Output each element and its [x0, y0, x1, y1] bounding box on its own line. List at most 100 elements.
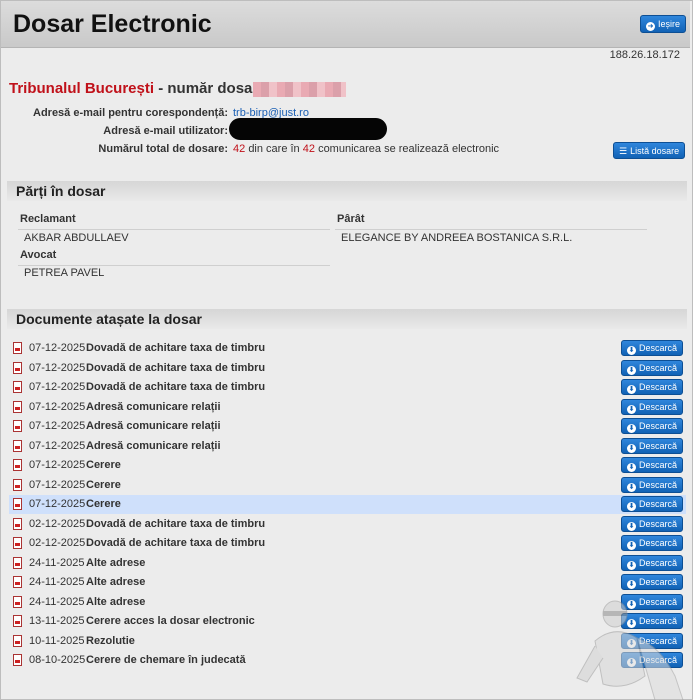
- pdf-file-icon: [13, 342, 22, 354]
- download-button[interactable]: ⬇Descarcă: [621, 398, 684, 415]
- document-name: Alte adrese: [86, 595, 146, 608]
- download-button-label: Descarcă: [639, 557, 678, 568]
- pdf-file-icon: [13, 654, 22, 666]
- download-icon: ⬇: [627, 346, 636, 355]
- document-row[interactable]: 02-12-2025 Dovadă de achitare taxa de tim…: [9, 515, 686, 534]
- download-button-label: Descarcă: [639, 518, 678, 529]
- pdf-file-icon: [13, 595, 22, 608]
- pdf-file-icon: [13, 478, 22, 491]
- document-date: 07-12-2025: [29, 400, 86, 413]
- document-date: 07-12-2025: [29, 459, 86, 471]
- header-bar: Dosar Electronic: [1, 1, 690, 48]
- correspondence-email-label: Adresă e-mail pentru corespondență:: [33, 107, 228, 119]
- document-name: Dovadă de achitare taxa de timbru: [86, 361, 266, 374]
- download-button[interactable]: ⬇Descarcă: [621, 437, 684, 454]
- documents-section-title: Documente atașate la dosar: [16, 311, 202, 327]
- pdf-file-icon: [13, 576, 22, 588]
- total-cases-count: 42: [233, 143, 246, 155]
- download-icon: ⬇: [627, 404, 636, 414]
- document-date: 07-12-2025: [29, 381, 86, 393]
- total-cases-value: 42 din care în 42 comunicarea se realize…: [233, 143, 499, 155]
- document-row[interactable]: 02-12-2025 Dovadă de achitare taxa de tim…: [9, 534, 686, 553]
- document-name: Adresă comunicare relații: [86, 439, 221, 452]
- download-icon: ⬇: [627, 463, 636, 472]
- claimant-label: Reclamant: [20, 213, 76, 225]
- download-button-label: Descarcă: [639, 479, 678, 490]
- claimant-name: AKBAR ABDULLAEV: [24, 232, 129, 244]
- total-cases-suffix: comunicarea se realizează electronic: [318, 143, 500, 155]
- document-date: 24-11-2025: [29, 595, 85, 608]
- document-date: 07-12-2025: [29, 439, 86, 452]
- document-date: 24-11-2025: [29, 576, 85, 588]
- document-row[interactable]: 24-11-2025 Alte adrese ⬇ Descarcă: [9, 554, 686, 573]
- download-button-label: Descarcă: [639, 382, 678, 392]
- download-button[interactable]: ⬇Descarcă: [621, 496, 684, 512]
- document-row[interactable]: 07-12-2025 Cerere ⬇ Descarcă: [9, 476, 686, 495]
- document-name: Adresă comunicare relații: [86, 420, 221, 432]
- download-icon: ⬇: [627, 541, 636, 550]
- documents-section-header: Documente atașate la dosar: [7, 309, 687, 329]
- download-button[interactable]: ⬇Descarcă: [621, 340, 684, 356]
- pdf-file-icon: [13, 634, 22, 647]
- document-row[interactable]: 07-12-2025 Cerere ⬇ Descarcă: [9, 456, 686, 475]
- exit-button[interactable]: ➜ Ieșire: [640, 15, 687, 33]
- download-button[interactable]: ⬇Descarcă: [621, 457, 684, 473]
- divider: [335, 229, 647, 230]
- document-name: Cerere: [86, 459, 121, 471]
- lawyer-label: Avocat: [20, 249, 57, 261]
- mascot-watermark: [576, 600, 684, 700]
- download-button[interactable]: ⬇Descarcă: [621, 379, 684, 395]
- download-button[interactable]: ⬇Descarcă: [621, 418, 684, 434]
- document-row[interactable]: 07-12-2025 Dovadă de achitare taxa de tim…: [9, 378, 686, 397]
- download-icon: ⬇: [627, 580, 636, 589]
- download-button[interactable]: ⬇Descarcă: [621, 359, 684, 376]
- pdf-file-icon: [13, 556, 22, 569]
- download-button[interactable]: ⬇Descarcă: [621, 515, 684, 532]
- pdf-file-icon: [13, 537, 22, 549]
- document-row[interactable]: 07-12-2025 Dovadă de achitare taxa de tim…: [9, 359, 686, 378]
- document-date: 08-10-2025: [29, 654, 86, 666]
- pdf-file-icon: [13, 615, 22, 627]
- lawyer-name: PETREA PAVEL: [24, 267, 105, 279]
- download-button-label: Descarcă: [639, 538, 678, 548]
- case-heading: Tribunalul București - număr dosar:: [9, 80, 263, 97]
- document-name: Dovadă de achitare taxa de timbru: [86, 537, 266, 549]
- document-date: 07-12-2025: [29, 478, 86, 491]
- document-name: Dovadă de achitare taxa de timbru: [86, 342, 266, 354]
- case-number-label: - număr dosar:: [158, 80, 264, 97]
- document-date: 02-12-2025: [29, 517, 86, 530]
- download-icon: ⬇: [627, 482, 636, 492]
- parties-section-header: Părți în dosar: [7, 181, 687, 201]
- user-email-redacted: [229, 118, 387, 140]
- document-row[interactable]: 07-12-2025 Cerere ⬇ Descarcă: [9, 495, 686, 514]
- pdf-file-icon: [13, 498, 22, 510]
- document-name: Alte adrese: [86, 556, 146, 569]
- download-icon: ⬇: [627, 502, 636, 511]
- parties-section-title: Părți în dosar: [16, 183, 106, 199]
- defendant-label: Pârât: [337, 213, 365, 225]
- document-row[interactable]: 24-11-2025 Alte adrese ⬇ Descarcă: [9, 573, 686, 592]
- document-row[interactable]: 07-12-2025 Adresă comunicare relații ⬇ Desc…: [9, 437, 686, 456]
- download-button-label: Descarcă: [639, 460, 678, 470]
- download-button[interactable]: ⬇Descarcă: [621, 476, 684, 493]
- ip-address: 188.26.18.172: [609, 49, 680, 61]
- download-icon: ⬇: [627, 560, 636, 570]
- case-list-button-label: Listă dosare: [630, 146, 680, 156]
- document-row[interactable]: 07-12-2025 Dovadă de achitare taxa de tim…: [9, 339, 686, 358]
- download-button-label: Descarcă: [639, 577, 678, 587]
- document-name: Alte adrese: [86, 576, 146, 588]
- download-icon: ⬇: [627, 365, 636, 375]
- download-icon: ⬇: [627, 521, 636, 531]
- pdf-file-icon: [13, 459, 22, 471]
- document-row[interactable]: 07-12-2025 Adresă comunicare relații ⬇ Desc…: [9, 398, 686, 417]
- list-icon: ☰: [619, 146, 628, 156]
- download-button[interactable]: ⬇Descarcă: [621, 535, 684, 551]
- document-date: 02-12-2025: [29, 537, 86, 549]
- case-list-button[interactable]: ☰ Listă dosare: [613, 142, 686, 159]
- download-button-label: Descarcă: [639, 421, 678, 431]
- download-button[interactable]: ⬇Descarcă: [621, 574, 684, 590]
- document-row[interactable]: 07-12-2025 Adresă comunicare relații ⬇ Desc…: [9, 417, 686, 436]
- document-name: Cerere: [86, 478, 121, 491]
- download-button[interactable]: ⬇Descarcă: [621, 554, 684, 571]
- pdf-file-icon: [13, 361, 22, 374]
